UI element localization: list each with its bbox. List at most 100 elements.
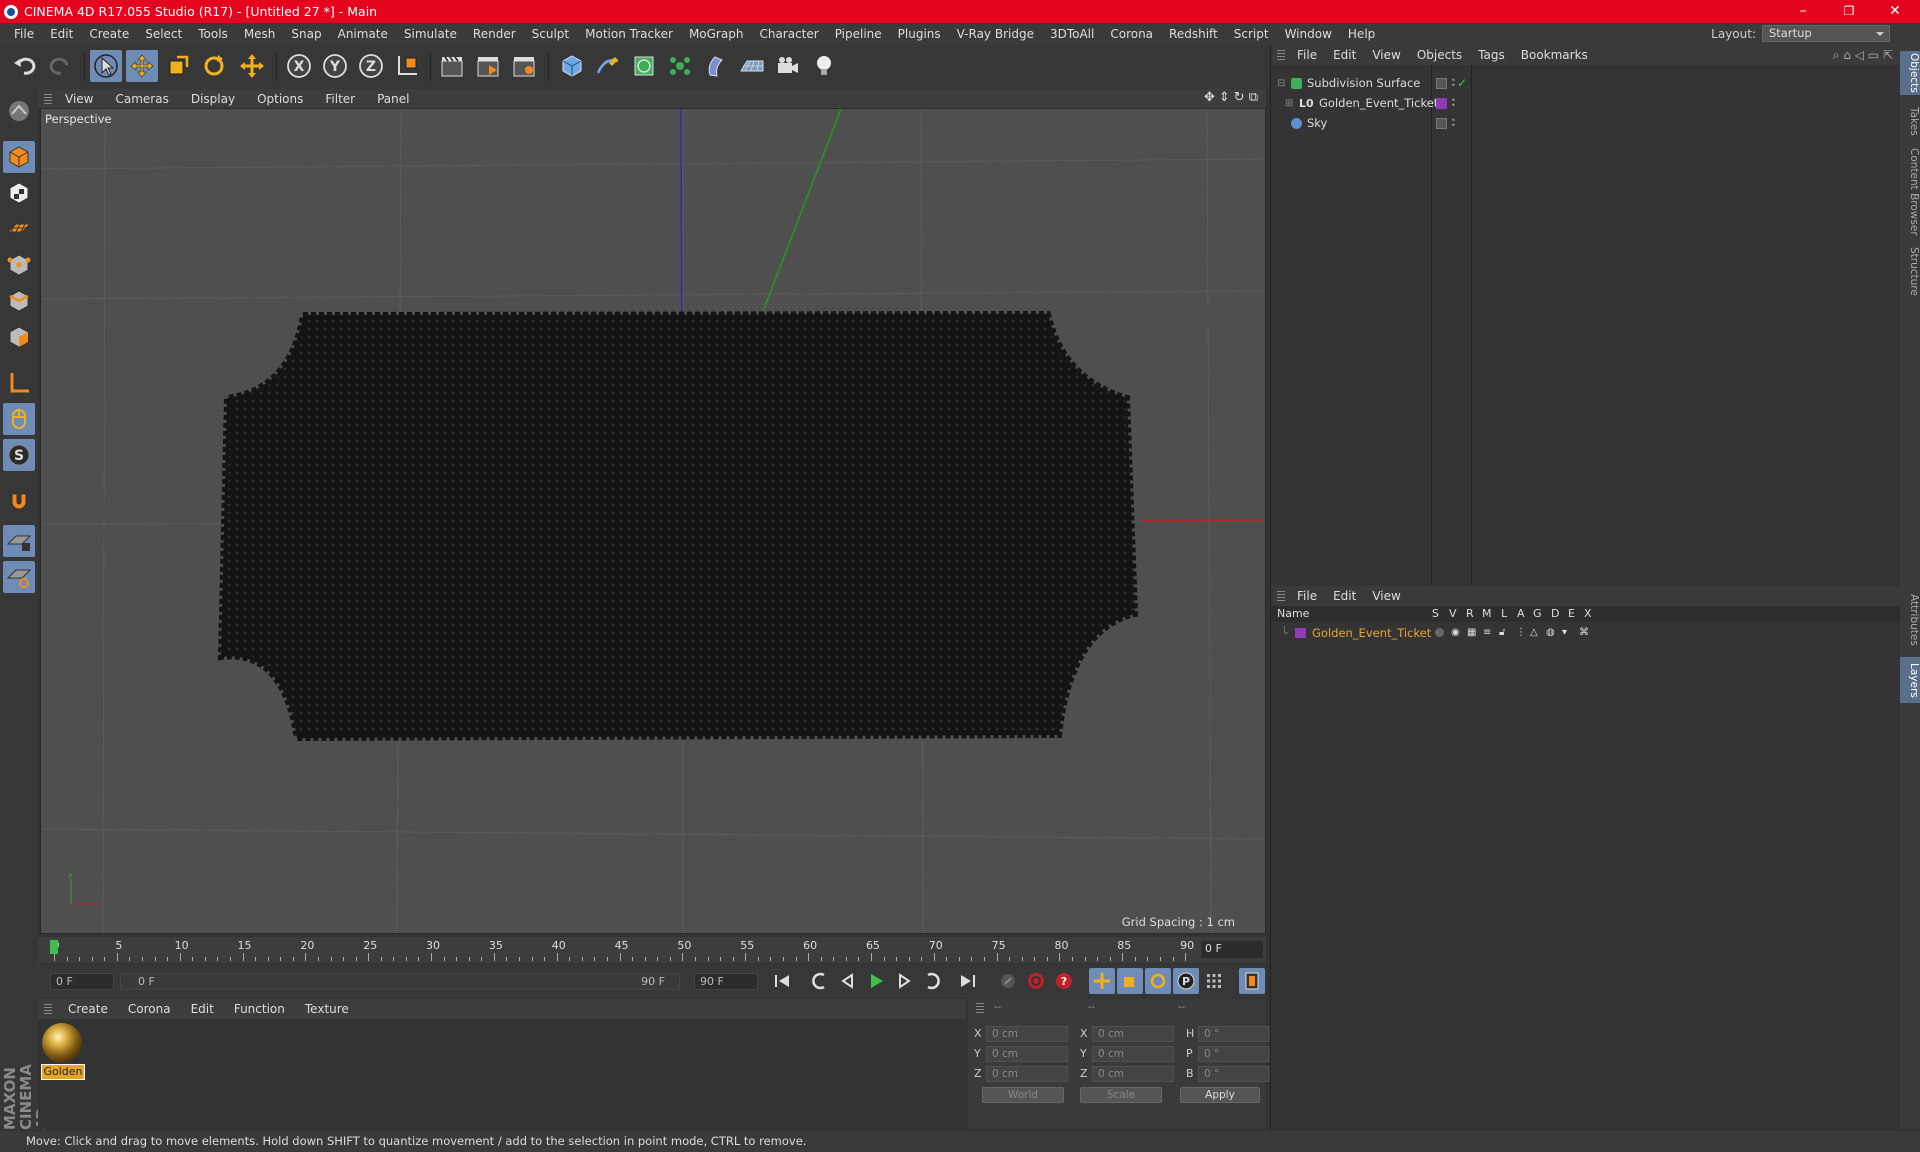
workplane-mode-button[interactable] xyxy=(3,213,35,245)
tab-takes[interactable]: Takes xyxy=(1900,101,1920,141)
rotation-p-field[interactable]: 0 ° xyxy=(1198,1045,1280,1062)
go-to-end-button[interactable] xyxy=(955,968,981,994)
timeline-ruler[interactable]: 051015202530354045505560657075808590 0 F xyxy=(38,937,1266,963)
object-manager-nav-icons[interactable]: ⌕ ⌂ ◁ ▭ ⇱ xyxy=(1833,48,1893,63)
redo-button[interactable] xyxy=(44,50,76,82)
previous-key-button[interactable] xyxy=(807,968,833,994)
viewport-menu-view[interactable]: View xyxy=(54,92,104,106)
position-y-field[interactable]: 0 cm xyxy=(986,1045,1068,1062)
z-axis-lock-button[interactable]: Z xyxy=(355,50,387,82)
y-axis-lock-button[interactable]: Y xyxy=(319,50,351,82)
size-y-field[interactable]: 0 cm xyxy=(1092,1045,1174,1062)
layer-col-generators[interactable]: G xyxy=(1533,607,1542,620)
object-name[interactable]: Sky xyxy=(1307,116,1327,130)
add-spline-button[interactable] xyxy=(592,50,624,82)
workplane-lock-button[interactable] xyxy=(3,525,35,557)
visibility-dots-icon[interactable]: • • xyxy=(1451,117,1456,130)
layer-menu-edit[interactable]: Edit xyxy=(1325,589,1364,603)
layer-col-manager[interactable]: M xyxy=(1482,607,1492,620)
texture-mode-button[interactable] xyxy=(3,177,35,209)
add-subdivision-button[interactable] xyxy=(628,50,660,82)
make-editable-button[interactable] xyxy=(3,95,35,127)
viewport-camera-label[interactable]: Perspective xyxy=(45,112,112,126)
material-menu-function[interactable]: Function xyxy=(224,1002,295,1016)
menu-create[interactable]: Create xyxy=(81,27,137,41)
layer-color-swatch[interactable] xyxy=(1436,97,1447,109)
add-deformer-button[interactable] xyxy=(700,50,732,82)
tab-objects[interactable]: Objects xyxy=(1900,51,1920,95)
expand-icon[interactable]: ⊞ xyxy=(1285,98,1293,109)
object-menu-objects[interactable]: Objects xyxy=(1409,48,1470,62)
add-light-button[interactable] xyxy=(808,50,840,82)
menu-tools[interactable]: Tools xyxy=(190,27,236,41)
collapse-icon[interactable]: ⊟ xyxy=(1277,78,1285,89)
viewport-menu-panel[interactable]: Panel xyxy=(366,92,420,106)
menu-redshift[interactable]: Redshift xyxy=(1161,27,1226,41)
layer-col-xref[interactable]: X xyxy=(1584,607,1592,620)
play-button[interactable] xyxy=(863,968,889,994)
add-camera-button[interactable] xyxy=(772,50,804,82)
rotate-tool-button[interactable] xyxy=(198,50,230,82)
xref-toggle-icon[interactable]: ⌘ xyxy=(1579,627,1589,638)
layer-col-deformers[interactable]: D xyxy=(1551,607,1559,620)
playhead[interactable] xyxy=(50,940,58,954)
eye-icon[interactable]: ◉ xyxy=(1451,627,1460,638)
enabled-check-icon[interactable]: ✓ xyxy=(1457,76,1467,90)
render-view-button[interactable] xyxy=(436,50,468,82)
object-menu-view[interactable]: View xyxy=(1364,48,1408,62)
tab-content-browser[interactable]: Content Browser xyxy=(1900,147,1920,237)
next-key-button[interactable] xyxy=(919,968,945,994)
menu-help[interactable]: Help xyxy=(1340,27,1383,41)
add-cube-button[interactable] xyxy=(556,50,588,82)
object-menu-file[interactable]: File xyxy=(1289,48,1325,62)
material-menu-create[interactable]: Create xyxy=(58,1002,118,1016)
layer-menu-view[interactable]: View xyxy=(1364,589,1408,603)
close-button[interactable]: ✕ xyxy=(1872,0,1918,23)
solo-toggle-icon[interactable] xyxy=(1435,628,1444,637)
key-pla-button[interactable] xyxy=(1201,968,1227,994)
layer-col-solo[interactable]: S xyxy=(1432,607,1439,620)
coordinate-space-dropdown[interactable]: World xyxy=(982,1087,1064,1103)
next-frame-button[interactable] xyxy=(891,968,917,994)
menu-select[interactable]: Select xyxy=(137,27,190,41)
menu-mesh[interactable]: Mesh xyxy=(236,27,284,41)
perspective-viewport[interactable]: y x Perspective Grid Spacing : 1 cm xyxy=(40,108,1266,934)
menu-pipeline[interactable]: Pipeline xyxy=(827,27,890,41)
menu-edit[interactable]: Edit xyxy=(42,27,81,41)
menu-simulate[interactable]: Simulate xyxy=(396,27,465,41)
keyframe-selection-button[interactable]: ? xyxy=(1051,968,1077,994)
layer-name[interactable]: Golden_Event_Ticket xyxy=(1312,626,1431,640)
previous-frame-button[interactable] xyxy=(835,968,861,994)
layer-col-locked[interactable]: L xyxy=(1501,607,1507,620)
coordinate-mode-dropdown[interactable]: Scale xyxy=(1080,1087,1162,1103)
end-frame-field[interactable]: 90 F xyxy=(694,973,758,990)
select-tool-button[interactable] xyxy=(90,50,122,82)
object-menu-edit[interactable]: Edit xyxy=(1325,48,1364,62)
key-position-button[interactable] xyxy=(1089,968,1115,994)
menu-window[interactable]: Window xyxy=(1277,27,1340,41)
animation-toggle-icon[interactable]: ⋮ xyxy=(1516,627,1526,638)
size-x-field[interactable]: 0 cm xyxy=(1092,1025,1174,1042)
size-z-field[interactable]: 0 cm xyxy=(1092,1065,1174,1082)
menu-vray-bridge[interactable]: V-Ray Bridge xyxy=(949,27,1042,41)
tab-structure[interactable]: Structure xyxy=(1900,243,1920,299)
add-environment-button[interactable] xyxy=(736,50,768,82)
layer-color-swatch[interactable] xyxy=(1436,117,1447,129)
layer-color-swatch[interactable] xyxy=(1436,77,1447,89)
record-active-objects-button[interactable] xyxy=(995,968,1021,994)
viewport-maximize-icon[interactable]: ⧉ xyxy=(1249,90,1258,105)
layer-row-golden-event-ticket[interactable]: └ Golden_Event_Ticket ◉ ▦ ≡ 🔓︎ ⋮ △ ◍ ▾ ⌘ xyxy=(1271,624,1901,641)
layer-col-render[interactable]: R xyxy=(1466,607,1474,620)
undo-button[interactable] xyxy=(9,50,41,82)
object-row-sky[interactable]: Sky • • xyxy=(1271,113,1901,133)
start-frame-field[interactable]: 0 F xyxy=(50,973,114,990)
solo-button[interactable]: S xyxy=(3,439,35,471)
menu-render[interactable]: Render xyxy=(465,27,524,41)
rotation-h-field[interactable]: 0 ° xyxy=(1198,1025,1280,1042)
key-scale-button[interactable] xyxy=(1117,968,1143,994)
position-z-field[interactable]: 0 cm xyxy=(986,1065,1068,1082)
tab-layers[interactable]: Layers xyxy=(1900,657,1920,703)
viewport-orbit-icon[interactable]: ↻ xyxy=(1234,90,1245,105)
axis-mode-button[interactable] xyxy=(3,367,35,399)
deformer-toggle-icon[interactable]: ◍ xyxy=(1546,627,1555,638)
